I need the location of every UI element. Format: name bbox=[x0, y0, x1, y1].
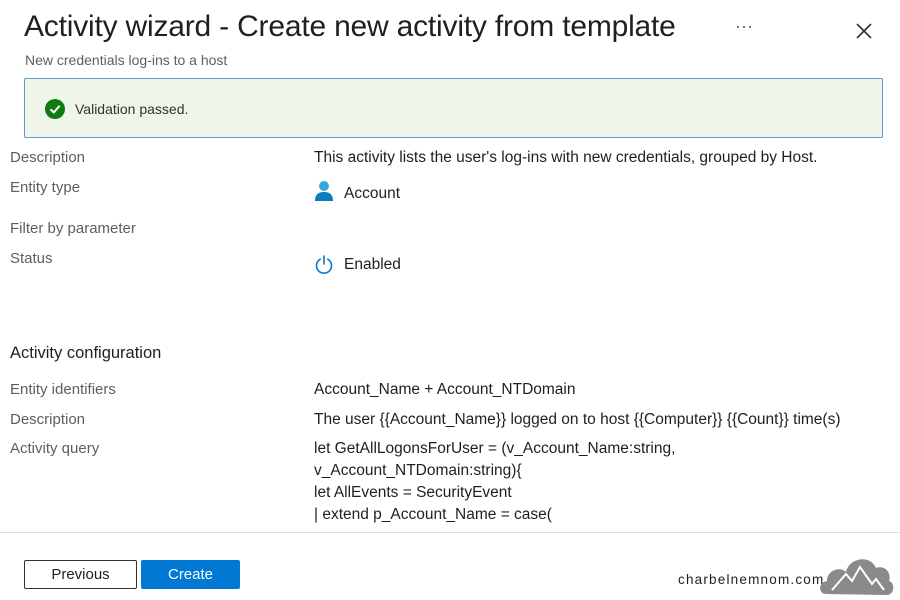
validation-message: Validation passed. bbox=[75, 101, 189, 117]
validation-banner: Validation passed. bbox=[24, 78, 883, 138]
mountain-cloud-logo bbox=[820, 559, 894, 596]
entity-type-value: Account bbox=[344, 185, 401, 202]
config-description-label: Description bbox=[10, 411, 86, 428]
status-value: Enabled bbox=[344, 256, 401, 273]
page-subtitle: New credentials log-ins to a host bbox=[25, 52, 228, 68]
query-line: v_Account_NTDomain:string){ bbox=[314, 462, 522, 479]
query-line: let GetAllLogonsForUser = (v_Account_Nam… bbox=[314, 440, 676, 457]
power-icon bbox=[315, 255, 333, 274]
entity-identifiers-value: Account_Name + Account_NTDomain bbox=[314, 381, 576, 398]
check-circle-icon bbox=[45, 99, 65, 119]
close-button[interactable] bbox=[849, 16, 879, 46]
more-options-button[interactable]: ··· bbox=[729, 16, 759, 42]
ellipsis-icon: ··· bbox=[735, 16, 753, 36]
description-value: This activity lists the user's log-ins w… bbox=[314, 149, 818, 166]
config-description-value: The user {{Account_Name}} logged on to h… bbox=[314, 411, 841, 428]
activity-query-label: Activity query bbox=[10, 440, 100, 457]
account-icon bbox=[315, 181, 333, 201]
create-button[interactable]: Create bbox=[141, 560, 240, 589]
wizard-content[interactable]: Description This activity lists the user… bbox=[0, 140, 900, 532]
footer-divider bbox=[0, 532, 900, 533]
panel-header: Activity wizard - Create new activity fr… bbox=[24, 10, 900, 70]
entity-type-label: Entity type bbox=[10, 179, 81, 196]
watermark-text: charbelnemnom.com bbox=[678, 572, 825, 587]
filter-by-parameter-label: Filter by parameter bbox=[10, 220, 136, 237]
query-line: let AllEvents = SecurityEvent bbox=[314, 484, 512, 501]
activity-configuration-heading: Activity configuration bbox=[10, 344, 162, 362]
status-label: Status bbox=[10, 250, 53, 267]
description-label: Description bbox=[10, 149, 86, 166]
query-line: | extend p_Account_Name = case( bbox=[314, 506, 552, 523]
entity-identifiers-label: Entity identifiers bbox=[10, 381, 116, 398]
close-icon bbox=[856, 23, 872, 39]
page-title: Activity wizard - Create new activity fr… bbox=[24, 10, 676, 43]
previous-button[interactable]: Previous bbox=[24, 560, 137, 589]
